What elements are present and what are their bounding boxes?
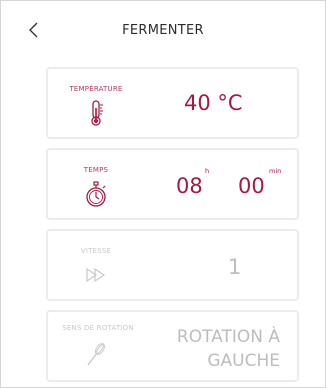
- time-label: TEMPS: [83, 166, 109, 174]
- fast-forward-icon: [86, 267, 106, 283]
- header: FERMENTER: [1, 1, 325, 53]
- whisk-icon: [87, 343, 105, 366]
- rotation-card: SENS DE ROTATION ROTATION À GAUCHE: [46, 310, 299, 382]
- page-title: FERMENTER: [122, 23, 204, 38]
- time-minutes-unit: min: [269, 167, 282, 175]
- rotation-label: SENS DE ROTATION: [62, 324, 134, 332]
- rotation-value-line2: GAUCHE: [207, 351, 280, 371]
- time-card[interactable]: TEMPS 08 h 00 min: [46, 148, 299, 220]
- temperature-label: TEMPÉRATURE: [69, 85, 123, 93]
- time-hours: 08: [176, 174, 203, 198]
- thermometer-icon: [91, 100, 103, 126]
- speed-label: VITESSE: [80, 247, 112, 255]
- time-hours-unit: h: [205, 167, 210, 175]
- rotation-value-line1: ROTATION À: [176, 327, 280, 347]
- temperature-value: 40 °C: [184, 91, 243, 115]
- stopwatch-icon: [86, 181, 106, 207]
- app-frame: FERMENTER TEMPÉRATURE 40 °C TEMPS 08 h 0…: [0, 0, 326, 388]
- time-minutes: 00: [238, 174, 265, 198]
- temperature-card[interactable]: TEMPÉRATURE 40 °C: [46, 67, 299, 139]
- speed-value: 1: [228, 255, 242, 279]
- speed-card: VITESSE 1: [46, 229, 299, 301]
